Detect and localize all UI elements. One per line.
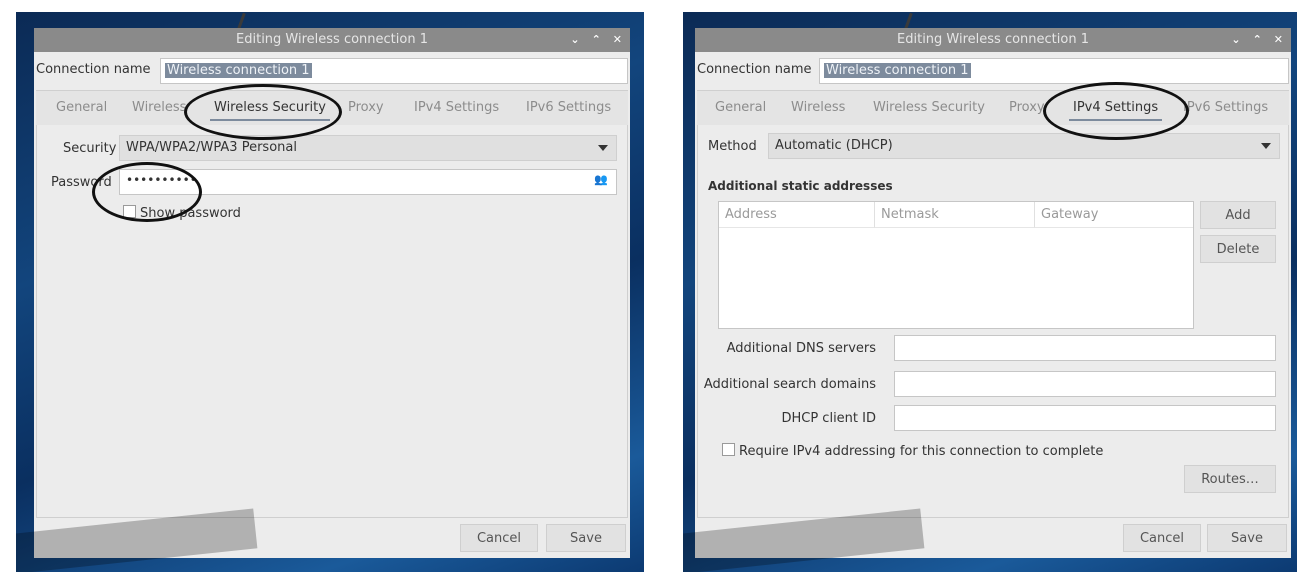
method-label: Method <box>708 139 757 154</box>
security-value: WPA/WPA2/WPA3 Personal <box>126 140 297 155</box>
static-addresses-heading: Additional static addresses <box>708 179 893 193</box>
dhcp-client-id-label: DHCP client ID <box>781 411 876 426</box>
require-ipv4-checkbox[interactable]: Require IPv4 addressing for this connect… <box>722 443 1103 459</box>
left-screenshot: Editing Wireless connection 1 ⌄ ⌃ ✕ Conn… <box>16 12 644 572</box>
tab-ipv6-settings[interactable]: IPv6 Settings <box>1183 91 1268 125</box>
tab-ipv6-settings[interactable]: IPv6 Settings <box>526 91 611 125</box>
method-select[interactable]: Automatic (DHCP) <box>768 133 1280 159</box>
chevron-down-icon <box>598 145 608 151</box>
users-icon[interactable]: 👥 <box>594 173 608 186</box>
tab-bar: General Wireless Wireless Security Proxy… <box>697 90 1289 126</box>
dhcp-client-id-input[interactable] <box>894 405 1276 431</box>
column-netmask[interactable]: Netmask <box>875 202 1035 228</box>
tab-wireless[interactable]: Wireless <box>791 91 845 125</box>
tab-wireless-security[interactable]: Wireless Security <box>873 91 985 125</box>
tab-proxy[interactable]: Proxy <box>1009 91 1045 125</box>
connection-name-value: Wireless connection 1 <box>165 63 312 78</box>
edit-connection-window: Editing Wireless connection 1 ⌄ ⌃ ✕ Conn… <box>695 28 1291 558</box>
edit-connection-window: Editing Wireless connection 1 ⌄ ⌃ ✕ Conn… <box>34 28 630 558</box>
annotation-ring-password <box>92 162 202 222</box>
annotation-ring-security-tab <box>184 84 342 140</box>
tab-general[interactable]: General <box>715 91 766 125</box>
maximize-icon[interactable]: ⌃ <box>592 28 601 52</box>
search-domains-input[interactable] <box>894 371 1276 397</box>
connection-name-value: Wireless connection 1 <box>824 63 971 78</box>
method-value: Automatic (DHCP) <box>775 138 893 153</box>
cancel-button[interactable]: Cancel <box>1123 524 1201 552</box>
title-bar: Editing Wireless connection 1 ⌄ ⌃ ✕ <box>695 28 1291 52</box>
window-title: Editing Wireless connection 1 <box>236 32 428 47</box>
cancel-button[interactable]: Cancel <box>460 524 538 552</box>
tab-panel: Method Automatic (DHCP) Additional stati… <box>697 125 1289 518</box>
static-addresses-table[interactable]: Address Netmask Gateway <box>718 201 1194 329</box>
tab-wireless[interactable]: Wireless <box>132 91 186 125</box>
dns-input[interactable] <box>894 335 1276 361</box>
column-gateway[interactable]: Gateway <box>1035 202 1193 228</box>
routes-button[interactable]: Routes… <box>1184 465 1276 493</box>
tab-general[interactable]: General <box>56 91 107 125</box>
connection-name-label: Connection name <box>697 62 812 77</box>
close-icon[interactable]: ✕ <box>613 28 622 52</box>
delete-button[interactable]: Delete <box>1200 235 1276 263</box>
title-bar: Editing Wireless connection 1 ⌄ ⌃ ✕ <box>34 28 630 52</box>
save-button[interactable]: Save <box>546 524 626 552</box>
security-select[interactable]: WPA/WPA2/WPA3 Personal <box>119 135 617 161</box>
close-icon[interactable]: ✕ <box>1274 28 1283 52</box>
right-screenshot: Editing Wireless connection 1 ⌄ ⌃ ✕ Conn… <box>683 12 1297 572</box>
annotation-ring-ipv4-tab <box>1043 82 1189 140</box>
window-title: Editing Wireless connection 1 <box>897 32 1089 47</box>
save-button[interactable]: Save <box>1207 524 1287 552</box>
maximize-icon[interactable]: ⌃ <box>1253 28 1262 52</box>
chevron-down-icon <box>1261 143 1271 149</box>
connection-name-input[interactable]: Wireless connection 1 <box>819 58 1289 84</box>
minimize-icon[interactable]: ⌄ <box>1231 28 1240 52</box>
checkbox-box[interactable] <box>722 443 735 456</box>
tab-ipv4-settings[interactable]: IPv4 Settings <box>414 91 499 125</box>
connection-name-input[interactable]: Wireless connection 1 <box>160 58 628 84</box>
add-button[interactable]: Add <box>1200 201 1276 229</box>
dns-label: Additional DNS servers <box>726 341 876 356</box>
connection-name-label: Connection name <box>36 62 151 77</box>
security-label: Security <box>63 141 117 156</box>
column-address[interactable]: Address <box>719 202 875 228</box>
search-domains-label: Additional search domains <box>703 377 876 392</box>
require-ipv4-label: Require IPv4 addressing for this connect… <box>739 444 1104 459</box>
tab-proxy[interactable]: Proxy <box>348 91 384 125</box>
minimize-icon[interactable]: ⌄ <box>570 28 579 52</box>
